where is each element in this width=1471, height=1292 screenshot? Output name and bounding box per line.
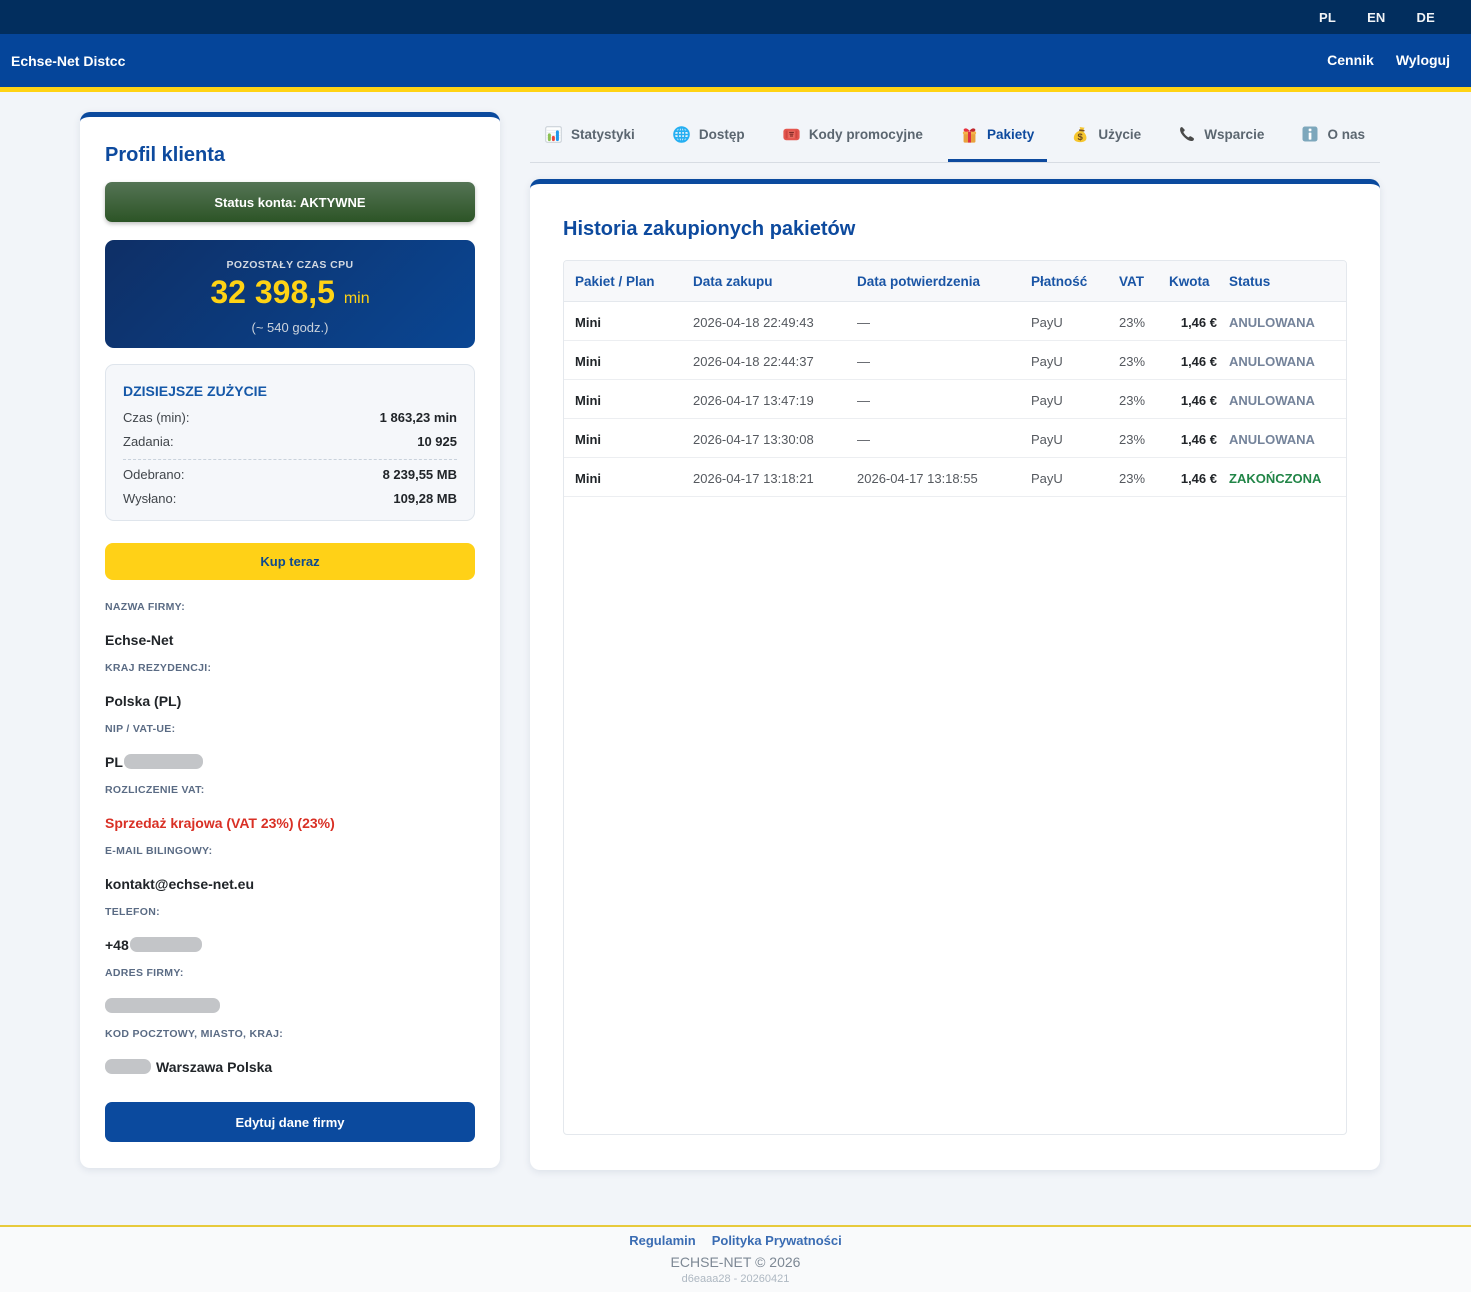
svg-text:$: $ (1078, 131, 1084, 142)
